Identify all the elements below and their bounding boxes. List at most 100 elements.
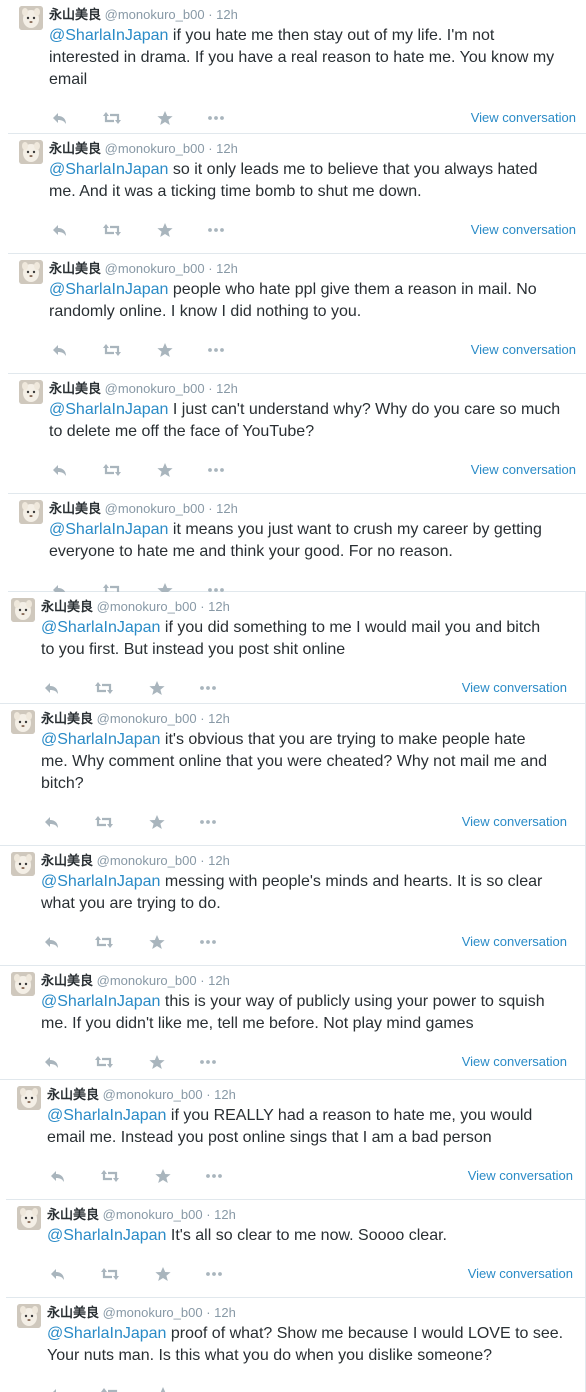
mention-link[interactable]: @SharlaInJapan <box>47 1227 166 1244</box>
reply-icon[interactable] <box>50 341 70 359</box>
timestamp[interactable]: 12h <box>214 1207 236 1222</box>
retweet-icon[interactable] <box>100 1385 120 1392</box>
retweet-icon[interactable] <box>102 221 122 239</box>
tweet-item[interactable]: 永山美良 @monokuro_b00 · 12h @SharlaInJapan I… <box>6 1200 586 1298</box>
star-icon[interactable] <box>147 813 167 831</box>
avatar[interactable] <box>19 6 43 30</box>
author-handle[interactable]: @monokuro_b00 <box>105 141 205 156</box>
timestamp[interactable]: 12h <box>216 141 238 156</box>
tweet-item[interactable]: 永山美良 @monokuro_b00 · 12h @SharlaInJapan i… <box>8 494 586 597</box>
mention-link[interactable]: @SharlaInJapan <box>41 731 160 748</box>
retweet-icon[interactable] <box>102 109 122 127</box>
timestamp[interactable]: 12h <box>216 381 238 396</box>
tweet-item[interactable]: 永山美良 @monokuro_b00 · 12h @SharlaInJapan i… <box>6 1080 586 1200</box>
avatar[interactable] <box>19 260 43 284</box>
star-icon[interactable] <box>155 109 175 127</box>
avatar[interactable] <box>11 598 35 622</box>
author-handle[interactable]: @monokuro_b00 <box>103 1087 203 1102</box>
author-handle[interactable]: @monokuro_b00 <box>103 1207 203 1222</box>
star-icon[interactable] <box>147 679 167 697</box>
star-icon[interactable] <box>147 933 167 951</box>
retweet-icon[interactable] <box>94 933 114 951</box>
view-conversation-link[interactable]: View conversation <box>471 110 576 126</box>
tweet-item[interactable]: 永山美良 @monokuro_b00 · 12h @SharlaInJapan i… <box>8 0 586 134</box>
view-conversation-link[interactable]: View conversation <box>462 1054 567 1070</box>
avatar[interactable] <box>17 1206 41 1230</box>
reply-icon[interactable] <box>42 1053 62 1071</box>
author-handle[interactable]: @monokuro_b00 <box>97 599 197 614</box>
timestamp[interactable]: 12h <box>216 261 238 276</box>
author-name[interactable]: 永山美良 <box>41 974 93 989</box>
star-icon[interactable] <box>155 341 175 359</box>
more-icon[interactable] <box>204 1265 224 1283</box>
author-name[interactable]: 永山美良 <box>49 262 101 277</box>
timestamp[interactable]: 12h <box>208 853 230 868</box>
mention-link[interactable]: @SharlaInJapan <box>41 873 160 890</box>
timestamp[interactable]: 12h <box>216 501 238 516</box>
avatar[interactable] <box>11 852 35 876</box>
star-icon[interactable] <box>155 221 175 239</box>
reply-icon[interactable] <box>48 1167 68 1185</box>
mention-link[interactable]: @SharlaInJapan <box>41 993 160 1010</box>
tweet-item[interactable]: 永山美良 @monokuro_b00 · 12h @SharlaInJapan m… <box>0 846 586 966</box>
author-name[interactable]: 永山美良 <box>47 1208 99 1223</box>
view-conversation-link[interactable]: View conversation <box>471 222 576 238</box>
author-handle[interactable]: @monokuro_b00 <box>105 261 205 276</box>
author-name[interactable]: 永山美良 <box>49 382 101 397</box>
view-conversation-link[interactable]: View conversation <box>462 934 567 950</box>
mention-link[interactable]: @SharlaInJapan <box>49 521 168 538</box>
author-name[interactable]: 永山美良 <box>41 854 93 869</box>
retweet-icon[interactable] <box>102 461 122 479</box>
author-name[interactable]: 永山美良 <box>49 142 101 157</box>
reply-icon[interactable] <box>50 221 70 239</box>
more-icon[interactable] <box>198 933 218 951</box>
retweet-icon[interactable] <box>94 1053 114 1071</box>
view-conversation-link[interactable]: View conversation <box>462 814 567 830</box>
timestamp[interactable]: 12h <box>208 599 230 614</box>
tweet-item[interactable]: 永山美良 @monokuro_b00 · 12h @SharlaInJapan t… <box>0 966 586 1080</box>
avatar[interactable] <box>11 710 35 734</box>
more-icon[interactable] <box>198 1053 218 1071</box>
view-conversation-link[interactable]: View conversation <box>462 680 567 696</box>
author-handle[interactable]: @monokuro_b00 <box>105 381 205 396</box>
timestamp[interactable]: 12h <box>216 7 238 22</box>
more-icon[interactable] <box>204 1385 224 1392</box>
star-icon[interactable] <box>153 1167 173 1185</box>
avatar[interactable] <box>19 500 43 524</box>
star-icon[interactable] <box>153 1385 173 1392</box>
author-handle[interactable]: @monokuro_b00 <box>103 1305 203 1320</box>
reply-icon[interactable] <box>50 109 70 127</box>
avatar[interactable] <box>17 1304 41 1328</box>
tweet-item[interactable]: 永山美良 @monokuro_b00 · 12h @SharlaInJapan I… <box>8 374 586 494</box>
mention-link[interactable]: @SharlaInJapan <box>47 1325 166 1342</box>
mention-link[interactable]: @SharlaInJapan <box>49 27 168 44</box>
avatar[interactable] <box>11 972 35 996</box>
reply-icon[interactable] <box>48 1265 68 1283</box>
author-handle[interactable]: @monokuro_b00 <box>105 7 205 22</box>
avatar[interactable] <box>19 380 43 404</box>
star-icon[interactable] <box>153 1265 173 1283</box>
more-icon[interactable] <box>204 1167 224 1185</box>
author-name[interactable]: 永山美良 <box>49 8 101 23</box>
author-handle[interactable]: @monokuro_b00 <box>97 973 197 988</box>
mention-link[interactable]: @SharlaInJapan <box>49 401 168 418</box>
author-handle[interactable]: @monokuro_b00 <box>97 711 197 726</box>
reply-icon[interactable] <box>42 679 62 697</box>
author-name[interactable]: 永山美良 <box>47 1088 99 1103</box>
mention-link[interactable]: @SharlaInJapan <box>49 281 168 298</box>
view-conversation-link[interactable]: View conversation <box>471 462 576 478</box>
retweet-icon[interactable] <box>94 813 114 831</box>
author-handle[interactable]: @monokuro_b00 <box>97 853 197 868</box>
more-icon[interactable] <box>198 679 218 697</box>
timestamp[interactable]: 12h <box>214 1305 236 1320</box>
avatar[interactable] <box>19 140 43 164</box>
star-icon[interactable] <box>155 461 175 479</box>
view-conversation-link[interactable]: View conversation <box>468 1168 573 1184</box>
tweet-item[interactable]: 永山美良 @monokuro_b00 · 12h @SharlaInJapan i… <box>0 704 586 846</box>
more-icon[interactable] <box>206 109 226 127</box>
tweet-item[interactable]: 永山美良 @monokuro_b00 · 12h @SharlaInJapan p… <box>8 254 586 374</box>
retweet-icon[interactable] <box>94 679 114 697</box>
timestamp[interactable]: 12h <box>214 1087 236 1102</box>
more-icon[interactable] <box>198 813 218 831</box>
mention-link[interactable]: @SharlaInJapan <box>41 619 160 636</box>
